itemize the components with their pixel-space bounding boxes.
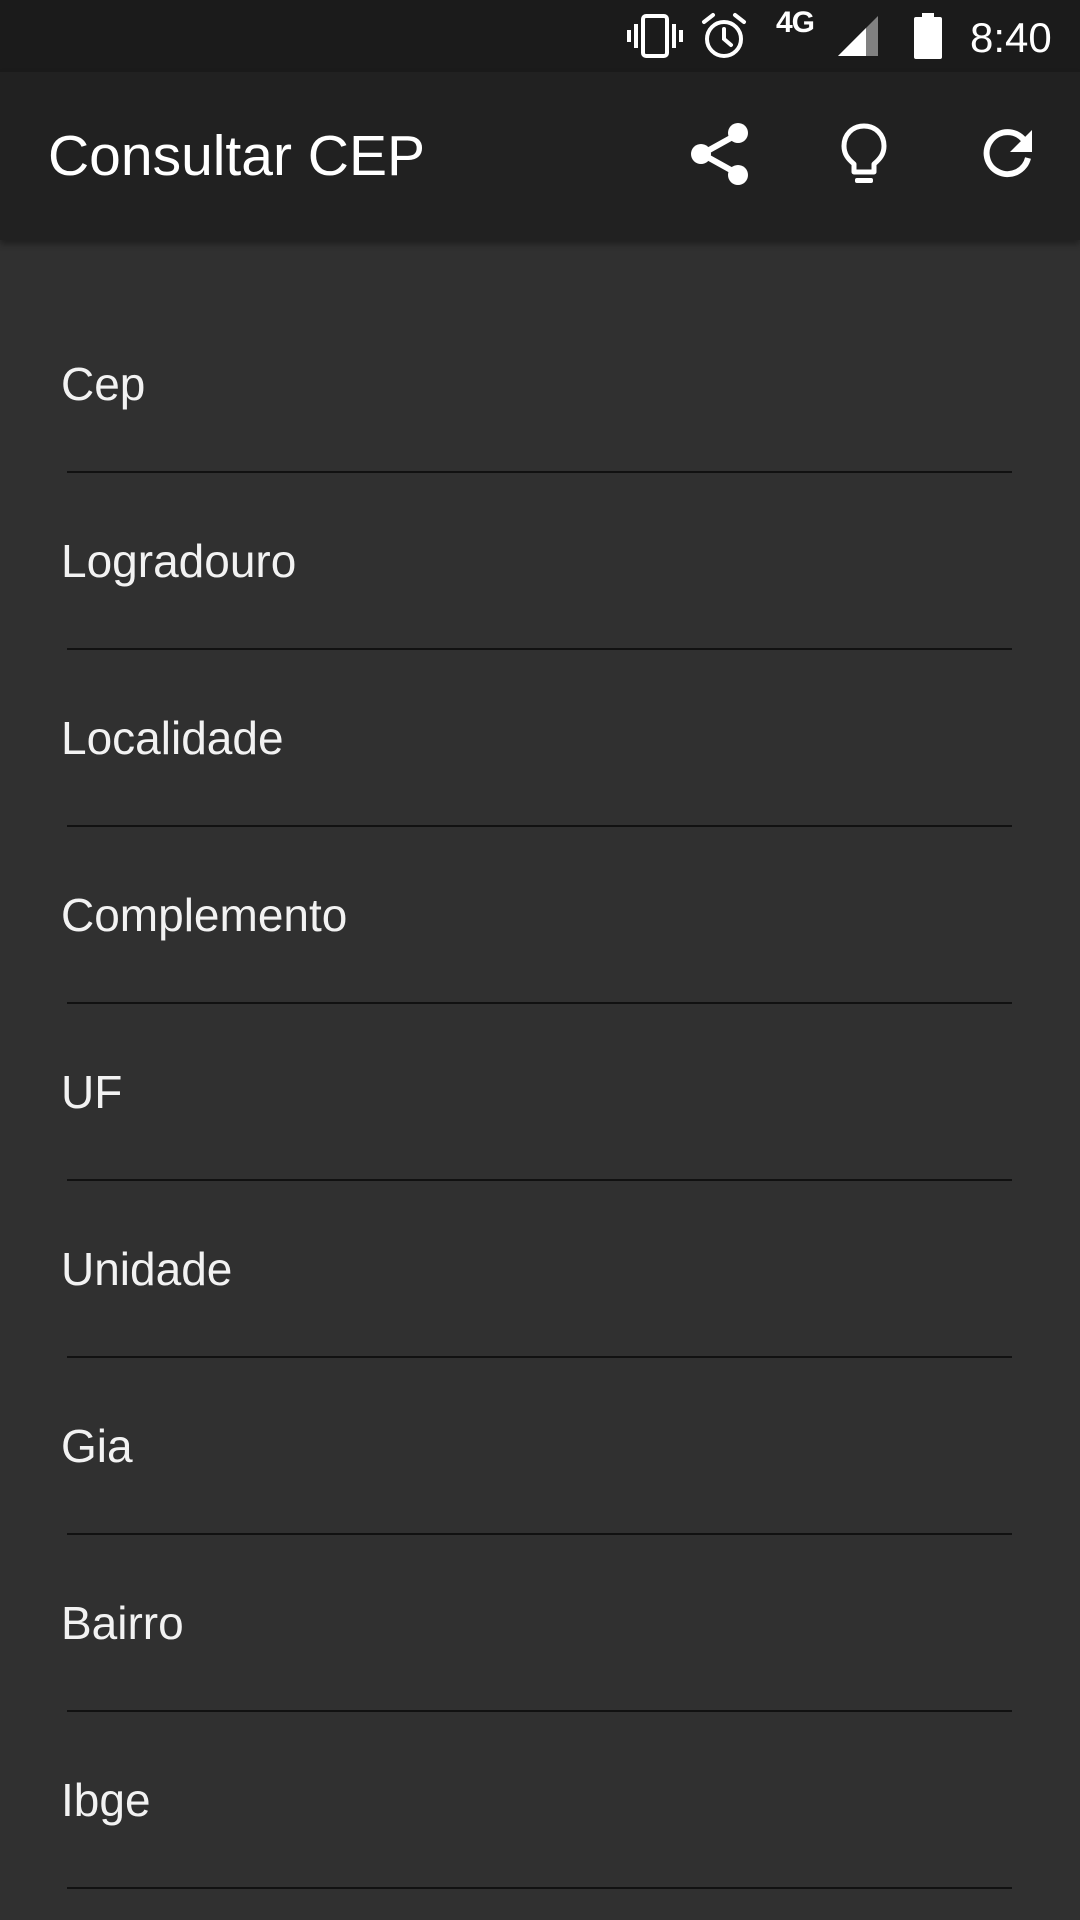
field-unidade [54, 1181, 1012, 1358]
field-complemento [54, 827, 1012, 1004]
lightbulb-icon [840, 122, 888, 191]
complemento-input[interactable] [54, 827, 1012, 1002]
page-title: Consultar CEP [48, 124, 425, 188]
logradouro-input[interactable] [54, 473, 1012, 648]
status-bar: 4G 8:40 [0, 0, 1080, 72]
field-bairro [54, 1535, 1012, 1712]
field-localidade [54, 650, 1012, 827]
localidade-input[interactable] [54, 650, 1012, 825]
alarm-icon [697, 0, 751, 72]
status-time: 8:40 [970, 14, 1052, 61]
field-logradouro [54, 473, 1012, 650]
network-type-label: 4G [776, 6, 815, 39]
gia-input[interactable] [54, 1358, 1012, 1533]
signal-icon [836, 0, 880, 72]
bairro-input[interactable] [54, 1535, 1012, 1710]
field-ibge [54, 1712, 1012, 1889]
cep-input[interactable] [54, 296, 1012, 471]
unidade-input[interactable] [54, 1181, 1012, 1356]
field-underline [67, 1887, 1012, 1889]
lightbulb-button[interactable] [822, 114, 906, 198]
share-button[interactable] [678, 114, 762, 198]
refresh-icon [980, 126, 1036, 187]
battery-icon [912, 0, 944, 72]
ibge-input[interactable] [54, 1712, 1012, 1887]
field-uf [54, 1004, 1012, 1181]
refresh-button[interactable] [966, 114, 1050, 198]
uf-input[interactable] [54, 1004, 1012, 1179]
share-icon [690, 122, 750, 191]
cep-form [0, 240, 1080, 1920]
field-gia [54, 1358, 1012, 1535]
vibrate-icon [626, 0, 684, 72]
app-bar: Consultar CEP [0, 72, 1080, 240]
field-cep [54, 296, 1012, 473]
